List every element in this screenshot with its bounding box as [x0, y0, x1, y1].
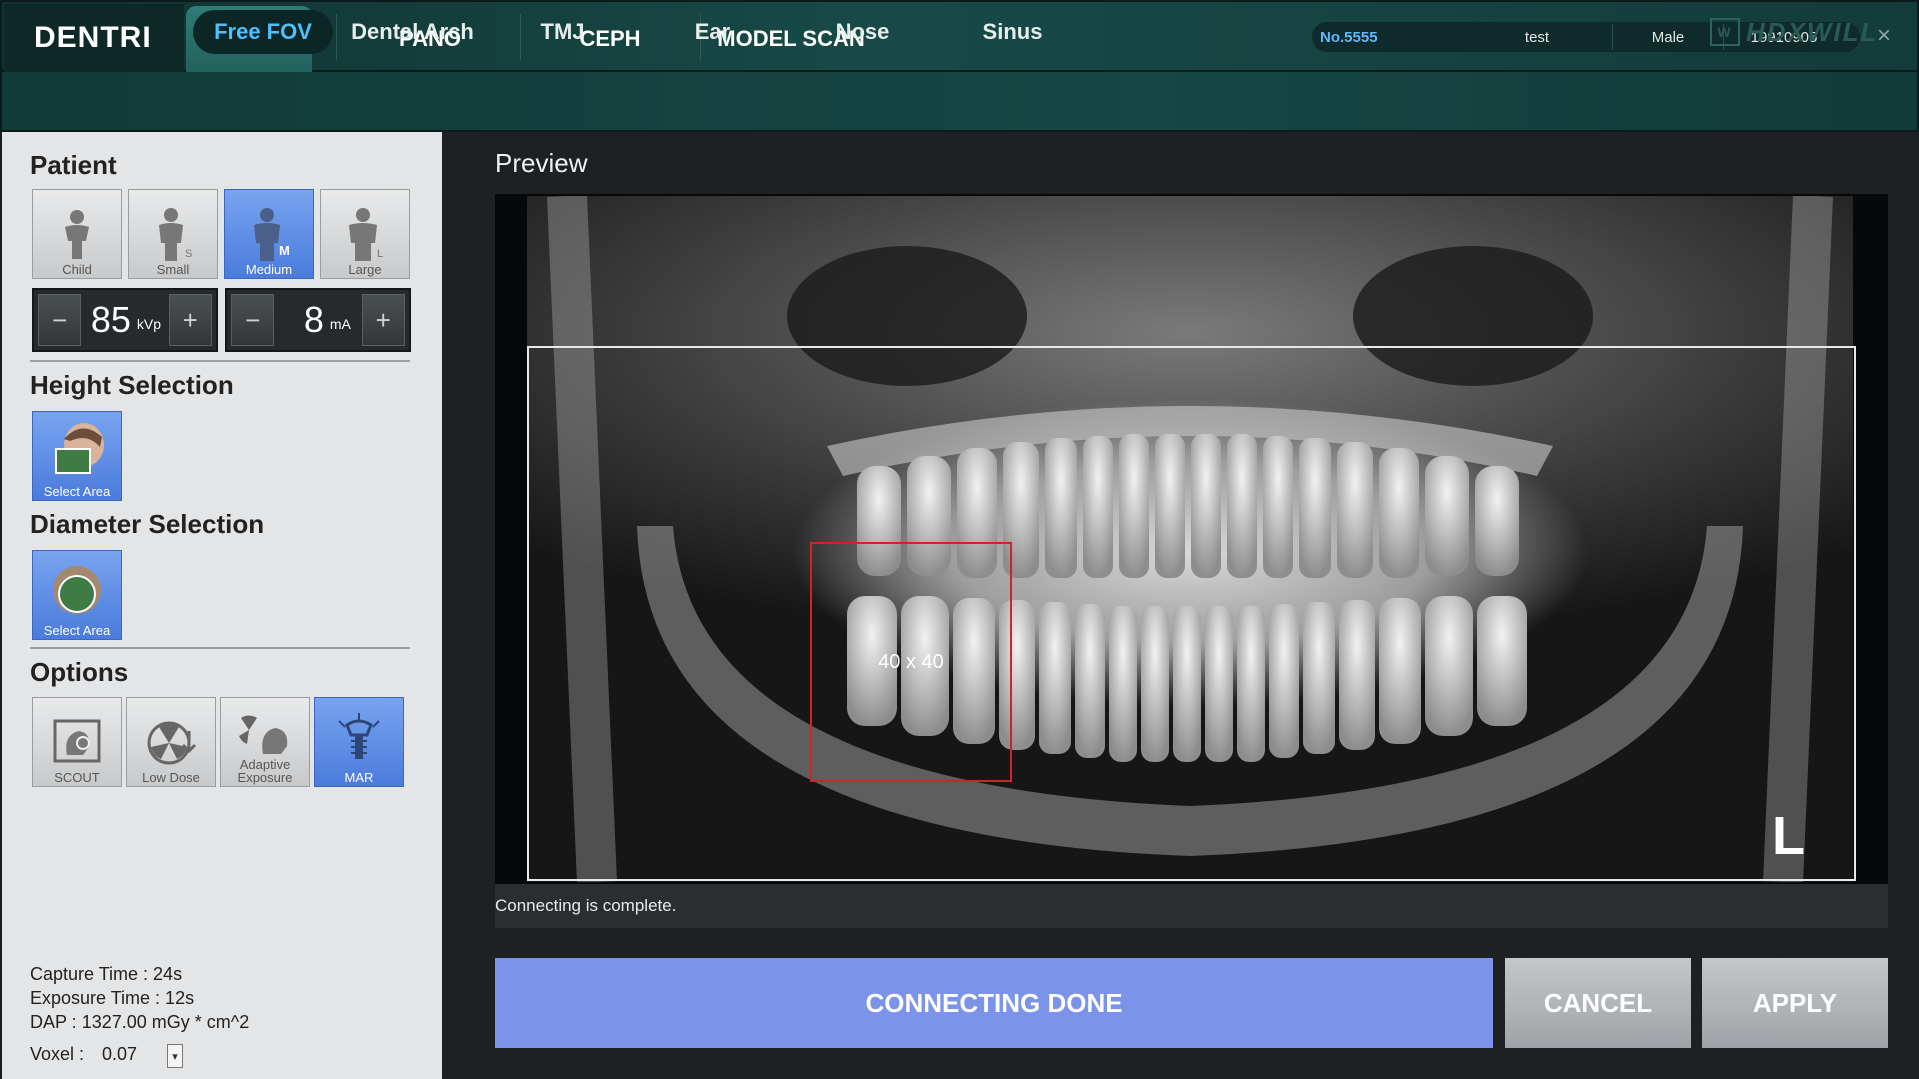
size-letter: L — [377, 248, 383, 260]
vendor-logo: W HDXWILL — [1710, 16, 1900, 48]
diameter-selection-title: Diameter Selection — [30, 509, 265, 539]
subtab-ear[interactable]: Ear — [650, 10, 775, 54]
scout-icon — [53, 719, 101, 763]
implant-mar-icon — [338, 713, 380, 759]
patient-size-label: Large — [348, 262, 382, 277]
options-title: Options — [30, 657, 129, 687]
medium-figure-icon: M — [254, 208, 290, 261]
patient-size-child-button[interactable]: Child — [32, 189, 122, 279]
ma-stepper: − 8 mA + — [225, 288, 411, 352]
patient-size-small-button[interactable]: S Small — [128, 189, 218, 279]
head-top-icon — [53, 566, 101, 614]
kvp-increase-button[interactable]: + — [168, 294, 212, 346]
apply-button[interactable]: APPLY — [1702, 958, 1888, 1048]
tab-separator — [336, 14, 337, 60]
option-label: Adaptive Exposure — [237, 757, 293, 785]
section-divider — [30, 647, 410, 649]
patient-section-title: Patient — [30, 150, 117, 180]
large-figure-icon: L — [349, 208, 383, 261]
patient-size-large-button[interactable]: L Large — [320, 189, 410, 279]
capture-time: Capture Time : 24s — [30, 964, 183, 984]
size-letter: S — [185, 248, 192, 260]
option-scout-button[interactable]: SCOUT — [32, 697, 122, 787]
patient-size-label: Medium — [245, 262, 293, 277]
scan-area-outline — [527, 346, 1856, 881]
adaptive-exposure-icon — [239, 715, 288, 754]
ma-value: 8 — [303, 299, 324, 340]
head-profile-icon — [55, 423, 104, 474]
sub-tab-bar — [0, 72, 1919, 132]
small-figure-icon: S — [159, 208, 192, 261]
side-marker-left: L — [1772, 806, 1805, 866]
subtab-free-fov[interactable]: Free FOV — [193, 10, 333, 54]
voxel-value: 0.07 — [102, 1044, 138, 1064]
vendor-logo-text: HDXWILL — [1746, 16, 1879, 47]
connecting-done-button[interactable]: CONNECTING DONE — [495, 958, 1493, 1048]
diameter-select-area-button[interactable]: Select Area — [32, 550, 122, 640]
option-adaptive-exposure-button[interactable]: Adaptive Exposure — [220, 697, 310, 787]
voxel-label: Voxel : — [30, 1044, 85, 1064]
section-divider — [30, 360, 410, 362]
subtab-nose[interactable]: Nose — [800, 10, 925, 54]
height-selection-title: Height Selection — [30, 370, 234, 400]
ma-unit: mA — [329, 316, 351, 332]
select-area-label: Select Area — [43, 484, 111, 499]
patient-size-medium-button[interactable]: M Medium — [224, 189, 314, 279]
option-label: Low Dose — [142, 770, 200, 785]
subtab-dental-arch[interactable]: Dental Arch — [340, 10, 485, 54]
patient-gender: Male — [1651, 28, 1685, 46]
roi-selection-box[interactable]: 40 x 40 — [810, 542, 1012, 782]
subtab-sinus[interactable]: Sinus — [950, 10, 1075, 54]
subtab-tmj[interactable]: TMJ — [500, 10, 625, 54]
kvp-decrease-button[interactable]: − — [38, 294, 82, 346]
option-mar-button[interactable]: MAR — [314, 697, 404, 787]
exposure-time: Exposure Time : 12s — [30, 988, 195, 1008]
patient-name: test — [1524, 28, 1550, 46]
patient-size-label: Child — [62, 262, 92, 277]
patient-number: No.5555 — [1320, 28, 1378, 46]
voxel-dropdown-button[interactable]: ▾ — [167, 1044, 183, 1068]
vendor-logo-badge: W — [1710, 18, 1740, 46]
child-figure-icon — [65, 210, 89, 259]
kvp-stepper: − 85 kVp + — [32, 288, 218, 352]
size-letter: M — [279, 243, 290, 258]
kvp-value: 85 — [90, 299, 131, 340]
height-select-area-button[interactable]: Select Area — [32, 411, 122, 501]
brand-logo: DENTRI — [4, 4, 184, 72]
kvp-unit: kVp — [136, 316, 162, 332]
option-label: MAR — [344, 770, 374, 785]
roi-size-label: 40 x 40 — [878, 650, 944, 673]
status-message: Connecting is complete. — [495, 884, 1888, 928]
option-low-dose-button[interactable]: Low Dose — [126, 697, 216, 787]
ma-increase-button[interactable]: + — [361, 294, 405, 346]
cancel-button[interactable]: CANCEL — [1505, 958, 1691, 1048]
dap-value: DAP : 1327.00 mGy * cm^2 — [30, 1012, 250, 1032]
preview-title: Preview — [495, 148, 588, 178]
select-area-label: Select Area — [43, 623, 111, 638]
ma-decrease-button[interactable]: − — [231, 294, 275, 346]
option-label: SCOUT — [54, 770, 100, 785]
radiation-low-dose-icon — [147, 721, 197, 765]
patient-size-label: Small — [156, 262, 190, 277]
